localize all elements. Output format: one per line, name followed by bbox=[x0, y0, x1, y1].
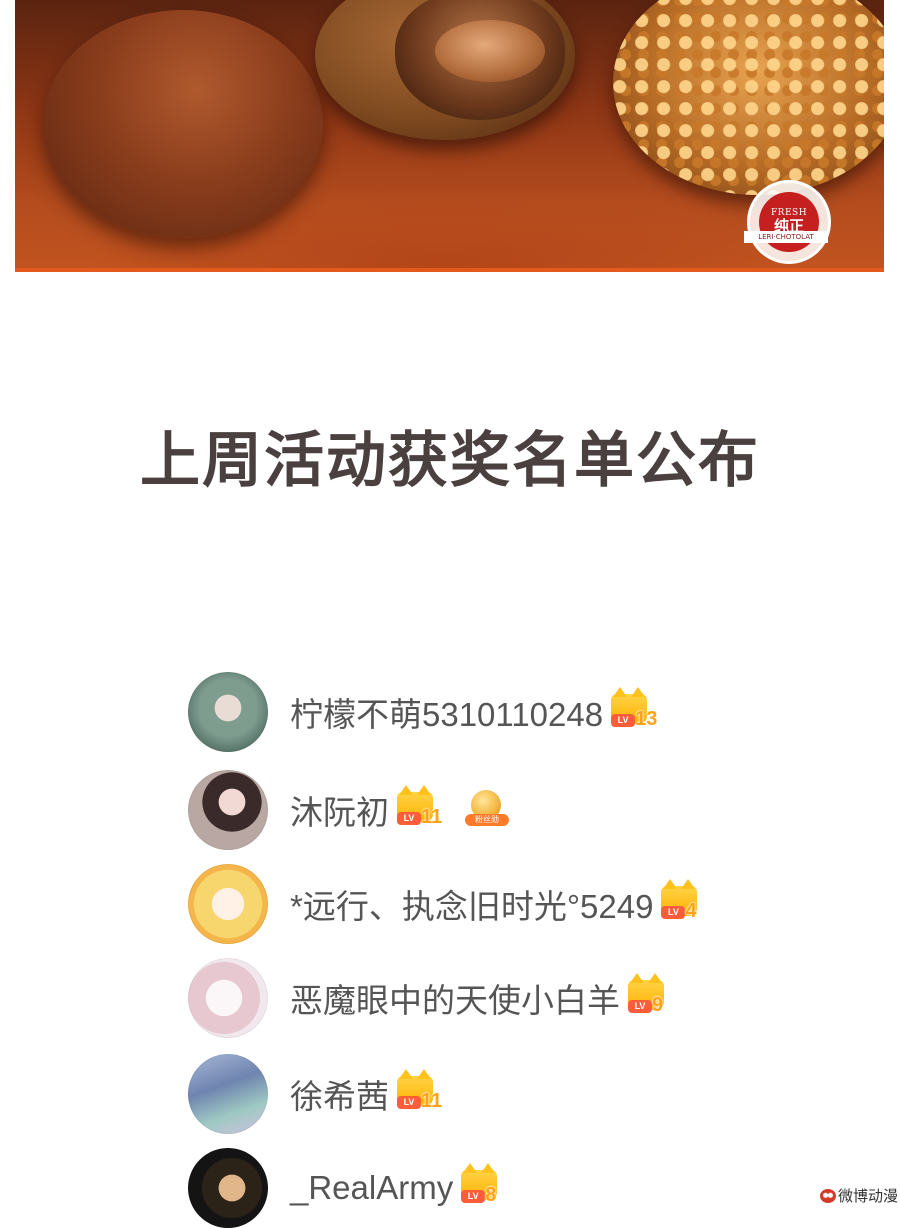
level-tag: LV bbox=[611, 714, 636, 727]
seal-ribbon: LERI·CHOTOLAT bbox=[744, 231, 828, 243]
cat-level-badge-icon: LV 13 bbox=[609, 687, 667, 730]
avatar[interactable] bbox=[188, 672, 268, 752]
cat-level-badge-icon: LV 11 bbox=[395, 1069, 453, 1112]
level-tag: LV bbox=[397, 812, 421, 825]
level-tag: LV bbox=[661, 906, 686, 919]
winner-name[interactable]: *远行、执念旧时光°5249 bbox=[290, 880, 653, 928]
avatar[interactable] bbox=[188, 1054, 268, 1134]
cat-level-badge-icon: LV 4 bbox=[659, 879, 717, 922]
medal-icon: 粉丝勋 bbox=[465, 790, 509, 830]
avatar[interactable] bbox=[188, 958, 268, 1038]
cat-level-badge-icon: LV 11 bbox=[395, 785, 453, 828]
level-number: 11 bbox=[421, 806, 443, 828]
winner-name[interactable]: 恶魔眼中的天使小白羊 bbox=[290, 974, 620, 1022]
cat-level-badge-icon: LV 8 bbox=[459, 1163, 517, 1206]
winner-name[interactable]: 徐希茜 bbox=[290, 1070, 389, 1118]
winner-row[interactable]: *远行、执念旧时光°5249 LV 4 bbox=[188, 864, 828, 944]
avatar[interactable] bbox=[188, 864, 268, 944]
level-tag: LV bbox=[461, 1190, 486, 1203]
winner-row[interactable]: 恶魔眼中的天使小白羊 LV 9 bbox=[188, 958, 828, 1038]
watermark: 微博动漫 bbox=[819, 1185, 898, 1206]
banner-edge bbox=[15, 268, 884, 272]
winner-name[interactable]: 沐阮初 bbox=[290, 786, 389, 834]
level-tag: LV bbox=[628, 1000, 652, 1013]
level-number: 11 bbox=[421, 1090, 443, 1112]
level-number: 4 bbox=[685, 900, 697, 922]
page-title: 上周活动获奖名单公布 bbox=[140, 426, 760, 496]
winner-row[interactable]: 徐希茜 LV 11 bbox=[188, 1054, 828, 1134]
watermark-text: 微博动漫 bbox=[837, 1187, 898, 1205]
level-number: 13 bbox=[635, 708, 658, 730]
level-tag: LV bbox=[397, 1096, 421, 1109]
chocolate-banner-image: FRESH 纯正 LERI·CHOTOLAT bbox=[15, 0, 884, 272]
level-number: 8 bbox=[485, 1184, 497, 1206]
cocoa-truffle bbox=[43, 10, 323, 238]
caramel-filling bbox=[435, 20, 545, 82]
cat-level-badge-icon: LV 9 bbox=[626, 973, 684, 1016]
winner-row[interactable]: _RealArmy LV 8 bbox=[188, 1148, 828, 1228]
avatar[interactable] bbox=[188, 1148, 268, 1228]
winner-name[interactable]: _RealArmy bbox=[290, 1169, 453, 1207]
nut-truffle bbox=[613, 0, 884, 195]
fresh-seal-logo: FRESH 纯正 LERI·CHOTOLAT bbox=[744, 180, 831, 264]
winner-row[interactable]: 沐阮初 LV 11 粉丝勋 bbox=[188, 770, 828, 850]
medal-label: 粉丝勋 bbox=[465, 814, 509, 826]
winner-row[interactable]: 柠檬不萌5310110248 LV 13 bbox=[188, 672, 828, 752]
level-number: 9 bbox=[652, 994, 664, 1016]
avatar[interactable] bbox=[188, 770, 268, 850]
winner-name[interactable]: 柠檬不萌5310110248 bbox=[290, 688, 603, 736]
weibo-logo-icon bbox=[819, 1188, 836, 1203]
